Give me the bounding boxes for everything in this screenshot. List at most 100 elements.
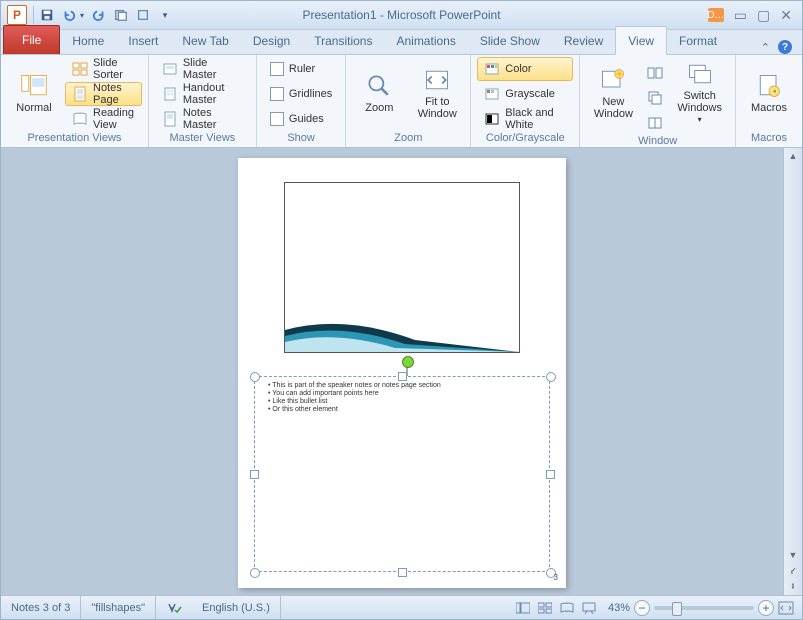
zoom-out-button[interactable]: − [634, 600, 650, 616]
fit-to-window-status-icon[interactable] [778, 601, 794, 615]
page-number: 3 [554, 573, 558, 582]
grayscale-button[interactable]: Grayscale [477, 82, 573, 106]
window-controls: D… ▭ ▢ ✕ [708, 7, 802, 24]
zoom-slider-thumb[interactable] [672, 602, 682, 616]
guides-checkbox[interactable]: Guides [263, 107, 339, 131]
switch-windows-button[interactable]: Switch Windows ▾ [670, 57, 729, 129]
group-label-show: Show [263, 132, 339, 145]
status-slideshow-view-icon[interactable] [580, 600, 598, 616]
ribbon-minimize-icon[interactable]: ⌃ [761, 41, 770, 54]
selection-handle[interactable] [398, 372, 407, 381]
tab-slide-show[interactable]: Slide Show [468, 27, 552, 54]
status-reading-view-icon[interactable] [558, 600, 576, 616]
cascade-button[interactable] [644, 86, 666, 110]
selection-handle[interactable] [546, 470, 555, 479]
selection-handle[interactable] [546, 372, 556, 382]
slide-sorter-button[interactable]: Slide Sorter [65, 57, 142, 81]
switch-windows-label: Switch Windows [677, 90, 722, 114]
tab-insert[interactable]: Insert [116, 27, 170, 54]
maximize-button[interactable]: ▢ [757, 7, 770, 24]
status-spellcheck[interactable] [156, 596, 192, 619]
slide-thumbnail[interactable] [284, 182, 520, 353]
rotation-handle-icon[interactable] [402, 356, 414, 368]
selection-handle[interactable] [250, 568, 260, 578]
move-split-button[interactable] [644, 111, 666, 135]
notes-master-button[interactable]: Notes Master [155, 107, 250, 131]
scroll-up-icon[interactable]: ▲ [784, 148, 802, 164]
notes-line: Like this bullet list [268, 398, 441, 406]
gridlines-checkbox[interactable]: Gridlines [263, 82, 339, 106]
editing-workspace: This is part of the speaker notes or not… [1, 148, 802, 595]
tab-format[interactable]: Format [667, 27, 729, 54]
file-tab[interactable]: File [3, 25, 60, 54]
zoom-in-button[interactable]: + [758, 600, 774, 616]
group-label-master-views: Master Views [155, 132, 250, 145]
group-label-window: Window [586, 135, 729, 148]
vertical-scrollbar[interactable]: ▲ ▼ ⭹ ⭻ [783, 148, 802, 595]
tab-animations[interactable]: Animations [384, 27, 467, 54]
group-show: Ruler Gridlines Guides Show [257, 55, 346, 147]
zoom-button[interactable]: Zoom [352, 57, 406, 129]
selection-handle[interactable] [250, 470, 259, 479]
black-white-label: Black and White [505, 107, 566, 131]
slide-master-label: Slide Master [183, 57, 243, 81]
macros-button[interactable]: Macros [742, 57, 796, 129]
slide-sorter-label: Slide Sorter [93, 57, 135, 81]
notes-page-button[interactable]: Notes Page [65, 82, 142, 106]
ruler-checkbox[interactable]: Ruler [263, 57, 339, 81]
arrange-all-button[interactable] [644, 61, 666, 85]
status-language[interactable]: English (U.S.) [192, 596, 281, 619]
macros-label: Macros [751, 102, 787, 114]
handout-master-button[interactable]: Handout Master [155, 82, 250, 106]
selection-handle[interactable] [250, 372, 260, 382]
gridlines-label: Gridlines [289, 88, 332, 100]
tab-review[interactable]: Review [552, 27, 615, 54]
status-theme[interactable]: "fillshapes" [81, 596, 156, 619]
zoom-label: Zoom [365, 102, 393, 114]
checkbox-icon [270, 87, 284, 101]
notes-line: You can add important points here [268, 390, 441, 398]
next-slide-icon[interactable]: ⭻ [784, 579, 802, 595]
status-normal-view-icon[interactable] [514, 600, 532, 616]
powerpoint-icon: P [7, 5, 27, 25]
zoom-slider[interactable] [654, 606, 754, 610]
reading-view-button[interactable]: Reading View [65, 107, 142, 131]
save-icon[interactable] [38, 6, 56, 24]
minimize-button[interactable]: ▭ [734, 7, 747, 24]
undo-dropdown-icon[interactable]: ▾ [78, 6, 86, 24]
selection-handle[interactable] [398, 568, 407, 577]
black-white-button[interactable]: Black and White [477, 107, 573, 131]
prev-slide-icon[interactable]: ⭹ [784, 563, 802, 579]
tab-home[interactable]: Home [60, 27, 116, 54]
qat-extra1-icon[interactable] [112, 6, 130, 24]
group-label-macros: Macros [742, 132, 796, 145]
fit-to-window-button[interactable]: Fit to Window [410, 57, 464, 129]
notes-text-content[interactable]: This is part of the speaker notes or not… [268, 382, 441, 414]
new-window-button[interactable]: New Window [586, 57, 640, 129]
close-button[interactable]: ✕ [780, 7, 792, 24]
color-button[interactable]: Color [477, 57, 573, 81]
help-icon[interactable]: ? [778, 40, 792, 54]
canvas-area[interactable]: This is part of the speaker notes or not… [1, 148, 783, 595]
status-bar: Notes 3 of 3 "fillshapes" English (U.S.)… [1, 595, 802, 619]
undo-icon[interactable] [60, 6, 78, 24]
status-sorter-view-icon[interactable] [536, 600, 554, 616]
scroll-down-icon[interactable]: ▼ [784, 547, 802, 563]
slide-master-button[interactable]: Slide Master [155, 57, 250, 81]
tab-transitions[interactable]: Transitions [302, 27, 384, 54]
tab-view[interactable]: View [615, 26, 667, 55]
normal-view-label: Normal [16, 102, 51, 114]
notes-page-label: Notes Page [93, 82, 135, 106]
status-notes-count[interactable]: Notes 3 of 3 [1, 596, 81, 619]
qat-extra2-icon[interactable] [134, 6, 152, 24]
tab-design[interactable]: Design [241, 27, 302, 54]
title-bar: P ▾ ▾ Presentation1 - Microsoft PowerPoi… [1, 1, 802, 30]
group-label-zoom: Zoom [352, 132, 464, 145]
grayscale-label: Grayscale [505, 88, 555, 100]
redo-icon[interactable] [90, 6, 108, 24]
normal-view-button[interactable]: Normal [7, 57, 61, 129]
qat-customize-icon[interactable]: ▾ [156, 6, 174, 24]
tab-new-tab[interactable]: New Tab [170, 27, 240, 54]
checkbox-icon [270, 62, 284, 76]
status-zoom-percent[interactable]: 43% [608, 602, 630, 614]
